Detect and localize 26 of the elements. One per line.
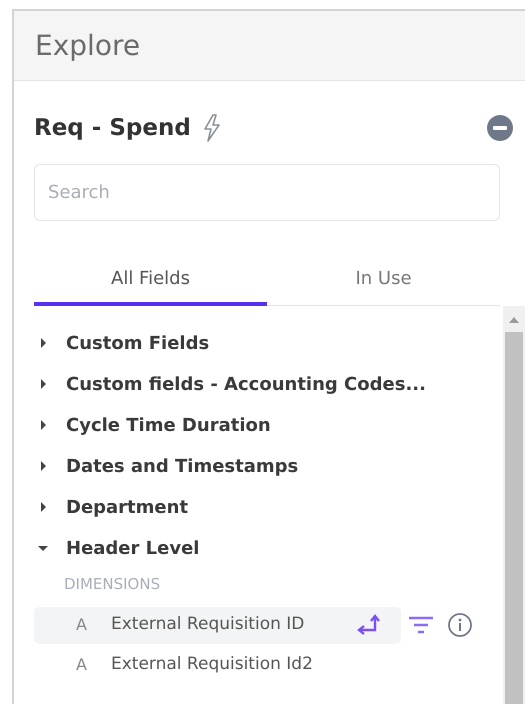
- tree-group[interactable]: Department: [34, 486, 503, 528]
- explore-name: Req - Spend: [34, 114, 191, 143]
- tree-group[interactable]: Custom fields - Accounting Codes...: [34, 364, 503, 404]
- tree-group[interactable]: Custom Fields: [34, 322, 503, 364]
- field-item[interactable]: A External Requisition ID: [34, 606, 401, 644]
- scroll-up-icon[interactable]: [509, 316, 519, 322]
- type-label: A: [76, 614, 88, 636]
- remove-icon[interactable]: [487, 115, 513, 142]
- pivot-icon[interactable]: [357, 614, 381, 636]
- field-item[interactable]: A External Requisition Id2: [34, 646, 401, 684]
- filter-icon[interactable]: [408, 616, 434, 634]
- lightning-icon: [202, 114, 221, 142]
- search-field[interactable]: Search: [34, 164, 500, 220]
- scrollbar-thumb[interactable]: [505, 332, 523, 704]
- field-label: External Requisition ID: [111, 613, 306, 636]
- tree-group[interactable]: Cycle Time Duration: [34, 404, 503, 446]
- field-label: External Requisition Id2: [111, 653, 314, 676]
- tab[interactable]: In Use: [267, 256, 500, 306]
- tree-group[interactable]: Header Level: [34, 528, 503, 568]
- scrollbar[interactable]: [503, 306, 525, 704]
- panel-title: Explore: [35, 28, 140, 64]
- section-heading: DIMENSIONS: [64, 574, 160, 594]
- type-label: A: [76, 654, 88, 676]
- tree-group[interactable]: Dates and Timestamps: [34, 446, 503, 486]
- info-icon[interactable]: [448, 613, 472, 637]
- tab[interactable]: All Fields: [34, 256, 267, 306]
